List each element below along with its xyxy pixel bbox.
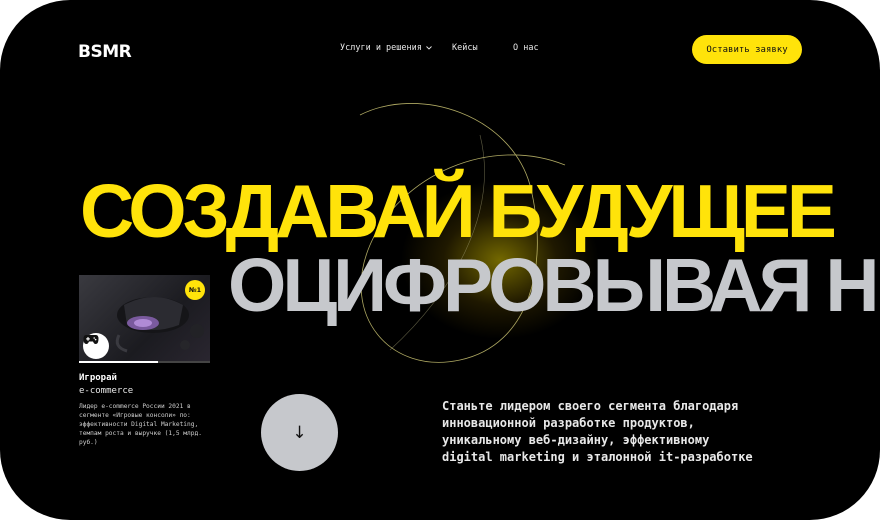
nav-services[interactable]: Услуги и решения [340, 43, 433, 53]
request-button[interactable]: Оставить заявку [692, 35, 802, 64]
page-frame: BSMR Услуги и решения Кейсы О нас Остави… [0, 0, 880, 520]
tagline-line: инновационной разработке продуктов, [442, 416, 695, 431]
tagline-line: digital marketing и эталонной it-разрабо… [442, 450, 753, 465]
slider-progress-fill [79, 361, 158, 363]
scroll-down-button[interactable]: ↓ [261, 394, 338, 471]
case-description: Лидер e-commerce России 2021 в сегменте … [79, 403, 202, 446]
case-title: Игрорай [79, 373, 117, 383]
nav-cases-label: Кейсы [452, 43, 478, 53]
slider-progress [79, 361, 210, 363]
case-category: e-commerce [79, 386, 134, 396]
hero-headline-line-2: ОЦИФРОВЫВАЯ Н [228, 243, 879, 327]
hero-headline-line-1: СОЗДАВАЙ БУДУЩЕЕ [80, 169, 837, 253]
case-image[interactable]: №1 [79, 275, 210, 363]
gamepad-icon [83, 333, 109, 359]
tagline-line: Станьте лидером своего сегмента благодар… [442, 399, 739, 413]
nav-services-label: Услуги и решения [340, 43, 422, 53]
hero-tagline: Станьте лидером своего сегмента благодар… [442, 398, 822, 466]
arrow-down-icon: ↓ [292, 422, 307, 443]
nav-cases[interactable]: Кейсы [452, 43, 478, 53]
top-rank-badge: №1 [185, 280, 205, 300]
nav-about-label: О нас [513, 43, 539, 53]
case-card[interactable]: №1 Игрорай e-commerce Лидер e-commerce Р… [79, 275, 210, 448]
tagline-line: уникальному веб-дизайну, эффективному [442, 433, 710, 448]
nav-about[interactable]: О нас [513, 43, 539, 53]
chevron-down-icon [426, 46, 432, 50]
